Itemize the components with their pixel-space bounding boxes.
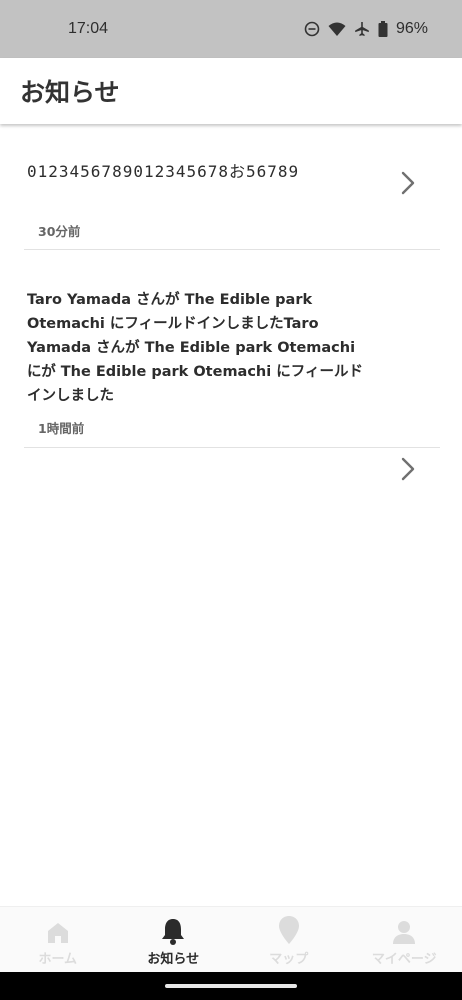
airplane-icon (354, 21, 370, 37)
tab-home[interactable]: ホーム (0, 907, 116, 972)
notification-title: 0123456789012345678お56789 (27, 162, 300, 181)
status-bar: 17:04 96% (0, 0, 462, 58)
notification-item[interactable]: 0123456789012345678お56789 30分前 (24, 124, 440, 250)
notification-item[interactable]: Taro Yamada さんが The Edible park Otemachi… (24, 250, 440, 481)
battery-icon (378, 21, 388, 37)
status-icons: 96% (304, 20, 428, 38)
tab-label: ホーム (38, 952, 78, 967)
chevron-right-icon (401, 457, 415, 481)
tab-notifications[interactable]: お知らせ (116, 907, 232, 972)
chevron-right-icon (401, 171, 415, 195)
tab-label: マイページ (371, 952, 437, 967)
system-nav-bar (0, 972, 462, 1000)
tab-label: お知らせ (147, 952, 200, 967)
tab-mypage[interactable]: マイページ (347, 907, 462, 972)
tab-label: マップ (269, 952, 309, 967)
bell-icon (160, 915, 186, 945)
home-gesture-handle[interactable] (165, 984, 297, 988)
notification-time: 30分前 (38, 224, 81, 239)
app-header: お知らせ (0, 58, 462, 124)
page-title: お知らせ (20, 78, 120, 107)
wifi-icon (328, 21, 346, 37)
home-icon (46, 915, 70, 945)
tab-map[interactable]: マップ (231, 907, 347, 972)
person-icon (392, 915, 416, 945)
bottom-tab-bar: ホーム お知らせ マップ マイページ (0, 906, 462, 972)
map-pin-icon (278, 915, 300, 945)
notification-time: 1時間前 (38, 421, 85, 436)
dnd-icon (304, 21, 320, 37)
battery-percent: 96% (395, 20, 428, 37)
notification-title: Taro Yamada さんが The Edible park Otemachi… (27, 292, 363, 404)
status-time: 17:04 (68, 20, 109, 37)
